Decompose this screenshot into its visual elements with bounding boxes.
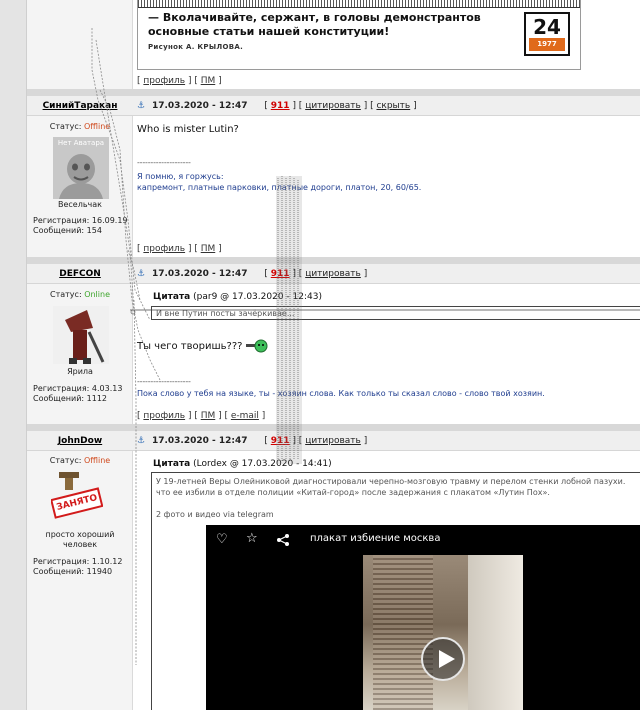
post-header: СинийТаракан ⚓ 17.03.2020 - 12:47 [ 911 … (27, 96, 640, 116)
avatar (53, 306, 109, 364)
anchor-icon[interactable]: ⚓ (137, 269, 145, 279)
ghost-avatar-icon (59, 154, 103, 199)
user-rank: просто хороший человек (45, 530, 115, 549)
post-meta: ⚓ 17.03.2020 - 12:47 [ 911 ] [ цитироват… (137, 269, 368, 279)
post-body: Who is mister Lutin? (137, 124, 239, 135)
avatar: ЗАНЯТО (51, 470, 103, 522)
pm-link[interactable]: ПМ (201, 411, 216, 421)
profile-link[interactable]: профиль (143, 411, 185, 421)
user-registration: Регистрация: 1.10.12 Сообщений: 11940 (33, 557, 122, 577)
quote-label: Цитата (153, 459, 191, 469)
post-body-text: Ты чего творишь??? (137, 341, 243, 352)
user-status: Статус: Offline (27, 122, 133, 131)
post-date: 17.03.2020 - 12:47 (151, 101, 248, 111)
quote-link[interactable]: цитировать (305, 436, 361, 446)
anchor-icon[interactable]: ⚓ (137, 101, 145, 111)
share-icon[interactable] (276, 533, 290, 547)
signature-line: капремонт, платные парковки, платные дор… (137, 183, 422, 192)
forum-page: — Вколачивайте, сержант, в головы демонс… (0, 0, 640, 710)
anchor-icon[interactable]: ⚓ (137, 436, 145, 446)
forum-thread: — Вколачивайте, сержант, в головы демонс… (26, 0, 640, 710)
quote-link[interactable]: цитировать (305, 101, 361, 111)
gun-smiley-icon (245, 339, 268, 353)
author-name[interactable]: JohnDow (27, 431, 133, 451)
status-label: Статус: (49, 122, 82, 131)
video-frame-highlight (468, 555, 523, 710)
user-rank: Ярила (67, 367, 93, 376)
user-status: Статус: Offline (27, 456, 133, 465)
hide-link[interactable]: скрыть (376, 101, 410, 111)
cartoon-hatching (138, 0, 580, 8)
video-title[interactable]: плакат избиение москва (310, 533, 440, 544)
quote-box: И вне Путин посты зачёркивае... (151, 306, 640, 320)
status-label: Статус: (49, 456, 82, 465)
pyramid-head-avatar-icon (65, 310, 105, 364)
message-count: Сообщений: 154 (33, 226, 102, 235)
pm-link[interactable]: ПМ (201, 244, 216, 254)
signature-line: Я помню, я горжусь: (137, 172, 224, 181)
video-toolbar: ♡ ☆ плакат избиение москва (206, 525, 640, 555)
profile-link[interactable]: профиль (143, 244, 185, 254)
post-header: DEFCON ⚓ 17.03.2020 - 12:47 [ 911 ] [ ци… (27, 264, 640, 284)
pm-link[interactable]: ПМ (201, 76, 216, 86)
video-frame-texture (373, 555, 433, 710)
registration-date: Регистрация: 1.10.12 (33, 557, 123, 566)
registration-date: Регистрация: 4.03.13 (33, 384, 123, 393)
author-name[interactable]: СинийТаракан (27, 96, 133, 116)
post-links-row: [ профиль ] [ ПМ ] (133, 73, 640, 89)
message-count: Сообщений: 1112 (33, 394, 107, 403)
quote-link[interactable]: цитировать (305, 269, 361, 279)
user-registration: Регистрация: 16.09.19 Сообщений: 154 (33, 216, 128, 236)
badge-year: 1977 (529, 38, 565, 51)
status-value: Online (84, 290, 110, 299)
status-label: Статус: (50, 290, 82, 299)
user-registration: Регистрация: 4.03.13 Сообщений: 1112 (33, 384, 122, 404)
author-name[interactable]: DEFCON (27, 264, 133, 284)
quote-source: (par9 @ 17.03.2020 - 12:43) (193, 292, 322, 302)
status-value: Offline (83, 456, 111, 465)
quote-header: Цитата (par9 @ 17.03.2020 - 12:43) (153, 292, 322, 302)
post-number-link[interactable]: 911 (271, 269, 290, 279)
quote-label: Цитата (153, 292, 191, 302)
heart-icon[interactable]: ♡ (216, 532, 228, 547)
post-date: 17.03.2020 - 12:47 (151, 269, 248, 279)
email-link[interactable]: e-mail (231, 411, 259, 421)
signature-divider: -------------------- (137, 158, 191, 167)
post-header: JohnDow ⚓ 17.03.2020 - 12:47 [ 911 ] [ ц… (27, 431, 640, 451)
post-meta: ⚓ 17.03.2020 - 12:47 [ 911 ] [ цитироват… (137, 436, 368, 446)
cartoon-caption: — Вколачивайте, сержант, в головы демонс… (148, 11, 481, 38)
quote-header: Цитата (Lordex @ 17.03.2020 - 14:41) (153, 459, 332, 469)
status-value: Offline (83, 122, 111, 131)
signature-divider: -------------------- (137, 377, 191, 386)
play-button[interactable] (421, 637, 465, 681)
badge-number: 24 (533, 15, 561, 39)
post-body: Ты чего творишь??? (137, 339, 268, 353)
quote-source: (Lordex @ 17.03.2020 - 14:41) (193, 459, 332, 469)
play-icon (439, 650, 455, 668)
registration-date: Регистрация: 16.09.19 (33, 216, 128, 225)
cartoon-credit: Рисунок А. КРЫЛОВА. (148, 43, 244, 51)
quote-text: У 19-летней Веры Олейниковой диагностиро… (156, 477, 626, 497)
star-icon[interactable]: ☆ (246, 531, 258, 546)
post-meta: ⚓ 17.03.2020 - 12:47 [ 911 ] [ цитироват… (137, 101, 417, 111)
video-embed[interactable]: ♡ ☆ плакат избиение москва (206, 525, 640, 710)
badge-24-logo: 24 1977 (524, 12, 570, 56)
quote-text: И вне Путин посты зачёркивае... (156, 309, 295, 318)
user-status: Статус: Online (27, 290, 133, 299)
post-number-link[interactable]: 911 (271, 436, 290, 446)
post-links-row: [ профиль ] [ ПМ ] (133, 241, 640, 257)
profile-link[interactable]: профиль (143, 76, 185, 86)
user-rank: Весельчак (57, 200, 103, 209)
left-margin (0, 0, 26, 710)
post-number-link[interactable]: 911 (271, 101, 290, 111)
post-links-row: [ профиль ] [ ПМ ] [ e-mail ] (133, 408, 640, 424)
avatar: Нет Аватара (53, 137, 109, 199)
message-count: Сообщений: 11940 (33, 567, 113, 576)
quote-text-secondary: 2 фото и видео via telegram (156, 510, 274, 519)
video-frame (363, 555, 523, 710)
post-date: 17.03.2020 - 12:47 (151, 436, 248, 446)
signature-line: Пока слово у тебя на языке, ты - хозяин … (137, 389, 545, 398)
cartoon-image: — Вколачивайте, сержант, в головы демонс… (137, 0, 581, 70)
